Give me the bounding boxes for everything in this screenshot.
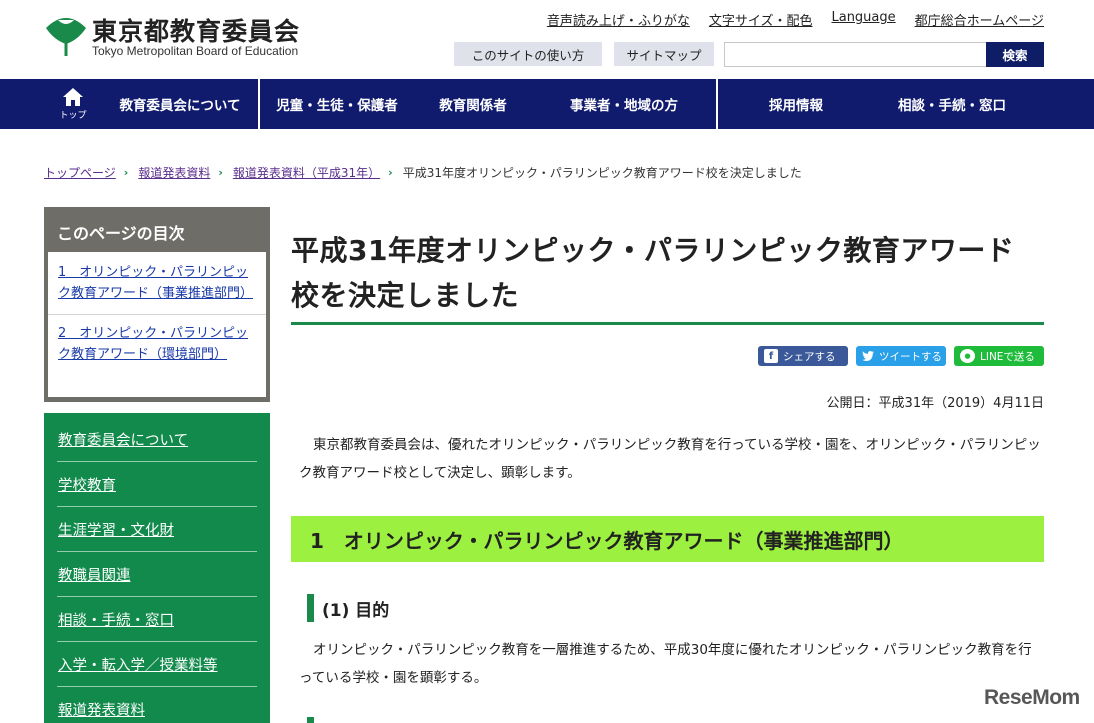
sidenav-divider — [57, 506, 257, 507]
sidenav-divider — [57, 686, 257, 687]
sidenav-item-admission[interactable]: 入学・転入学／授業料等 — [58, 654, 218, 675]
util-link-language[interactable]: Language — [831, 10, 895, 29]
site-guide-button[interactable]: このサイトの使い方 — [454, 42, 602, 66]
chevron-right-icon: › — [123, 166, 129, 179]
util-link-font-color[interactable]: 文字サイズ・配色 — [709, 10, 813, 29]
nav-item-board[interactable]: 教育委員会について — [102, 79, 258, 129]
sidenav-item-staff[interactable]: 教職員関連 — [58, 564, 131, 585]
sidenav-item-lifelong[interactable]: 生涯学習・文化財 — [58, 519, 174, 540]
line-icon: ● — [960, 349, 975, 363]
nav-item-consult[interactable]: 相談・手続・窓口 — [874, 79, 1030, 129]
section-heading-1: 1 オリンピック・パラリンピック教育アワード（事業推進部門） — [291, 516, 1044, 562]
sidenav-divider — [57, 551, 257, 552]
breadcrumb-current: 平成31年度オリンピック・パラリンピック教育アワード校を決定しました — [402, 166, 802, 180]
toc-link-section-2[interactable]: 2 オリンピック・パラリンピック教育アワード（環境部門） — [58, 326, 248, 362]
twitter-icon — [862, 349, 874, 363]
sidenav-divider — [57, 461, 257, 462]
search-input[interactable] — [724, 42, 986, 67]
nav-item-educators[interactable]: 教育関係者 — [414, 79, 532, 129]
breadcrumb-press[interactable]: 報道発表資料 — [138, 164, 210, 181]
subheading-text: (1) 目的 — [322, 600, 390, 621]
logo-english: Tokyo Metropolitan Board of Education — [92, 44, 299, 58]
page-title: 平成31年度オリンピック・パラリンピック教育アワード校を決定しました — [291, 234, 1015, 312]
title-divider — [291, 322, 1044, 325]
sidenav-item-consult[interactable]: 相談・手続・窓口 — [58, 609, 174, 630]
nav-item-business[interactable]: 事業者・地域の方 — [532, 79, 716, 129]
sidenav-item-board[interactable]: 教育委員会について — [58, 429, 188, 450]
logo-ginkgo-icon — [46, 18, 86, 56]
breadcrumb-press-h31[interactable]: 報道発表資料（平成31年） — [233, 164, 380, 181]
subheading-purpose: (1) 目的 — [307, 594, 389, 622]
site-header: 東京都教育委員会 Tokyo Metropolitan Board of Edu… — [0, 0, 1094, 79]
toc-link-section-1[interactable]: 1 オリンピック・パラリンピック教育アワード（事業推進部門） — [58, 265, 253, 301]
nav-item-recruit[interactable]: 採用情報 — [718, 79, 874, 129]
line-share-button[interactable]: ● LINEで送る — [954, 346, 1044, 366]
toc-item: 1 オリンピック・パラリンピック教育アワード（事業推進部門） — [48, 252, 266, 304]
site-logo[interactable]: 東京都教育委員会 Tokyo Metropolitan Board of Edu… — [44, 12, 324, 64]
twitter-share-label: ツイートする — [879, 350, 942, 363]
toc-title: このページの目次 — [57, 224, 185, 243]
global-nav: トップ 教育委員会について 児童・生徒・保護者 教育関係者 事業者・地域の方 採… — [0, 79, 1094, 129]
resemom-watermark: ReseMom — [984, 686, 1080, 709]
twitter-share-button[interactable]: ツイートする — [856, 346, 946, 366]
publish-date: 公開日：平成31年（2019）4月11日 — [826, 396, 1044, 411]
toc-list: 1 オリンピック・パラリンピック教育アワード（事業推進部門） 2 オリンピック・… — [48, 252, 266, 397]
intro-paragraph: 東京都教育委員会は、優れたオリンピック・パラリンピック教育を行っている学校・園を… — [299, 437, 1041, 481]
facebook-share-label: シェアする — [783, 350, 836, 363]
nav-item-students[interactable]: 児童・生徒・保護者 — [260, 79, 414, 129]
subheading-bar — [307, 594, 314, 622]
utility-links: 音声読み上げ・ふりがな 文字サイズ・配色 Language 都庁総合ホームページ — [547, 10, 1044, 29]
sidenav-item-school[interactable]: 学校教育 — [58, 474, 116, 495]
chevron-right-icon: › — [218, 166, 223, 179]
util-link-voice-furigana[interactable]: 音声読み上げ・ふりがな — [547, 10, 690, 29]
breadcrumb: トップページ › 報道発表資料 › 報道発表資料（平成31年） › 平成31年度… — [44, 164, 802, 181]
search-button[interactable]: 検索 — [986, 42, 1044, 67]
sidenav-item-press[interactable]: 報道発表資料 — [58, 699, 145, 720]
page-toc: このページの目次 1 オリンピック・パラリンピック教育アワード（事業推進部門） … — [44, 207, 270, 402]
sidenav-divider — [57, 641, 257, 642]
nav-home-label: トップ — [59, 111, 87, 121]
sidenav-divider — [57, 596, 257, 597]
chevron-right-icon: › — [388, 166, 393, 179]
purpose-paragraph: オリンピック・パラリンピック教育を一層推進するため、平成30年度に優れたオリンピ… — [299, 642, 1032, 686]
home-icon — [63, 88, 83, 106]
logo-japanese: 東京都教育委員会 — [92, 17, 301, 46]
util-link-metro-home[interactable]: 都庁総合ホームページ — [915, 10, 1044, 29]
facebook-share-button[interactable]: f シェアする — [758, 346, 848, 366]
facebook-icon: f — [764, 349, 778, 363]
search-bar: 検索 — [724, 42, 1044, 67]
side-nav: 教育委員会について 学校教育 生涯学習・文化財 教職員関連 相談・手続・窓口 入… — [44, 413, 270, 723]
line-share-label: LINEで送る — [980, 350, 1035, 363]
breadcrumb-top[interactable]: トップページ — [44, 164, 116, 181]
toc-item: 2 オリンピック・パラリンピック教育アワード（環境部門） — [48, 315, 266, 365]
nav-home[interactable]: トップ — [44, 79, 102, 129]
next-subheading-bar — [307, 717, 314, 723]
sitemap-button[interactable]: サイトマップ — [614, 42, 714, 66]
